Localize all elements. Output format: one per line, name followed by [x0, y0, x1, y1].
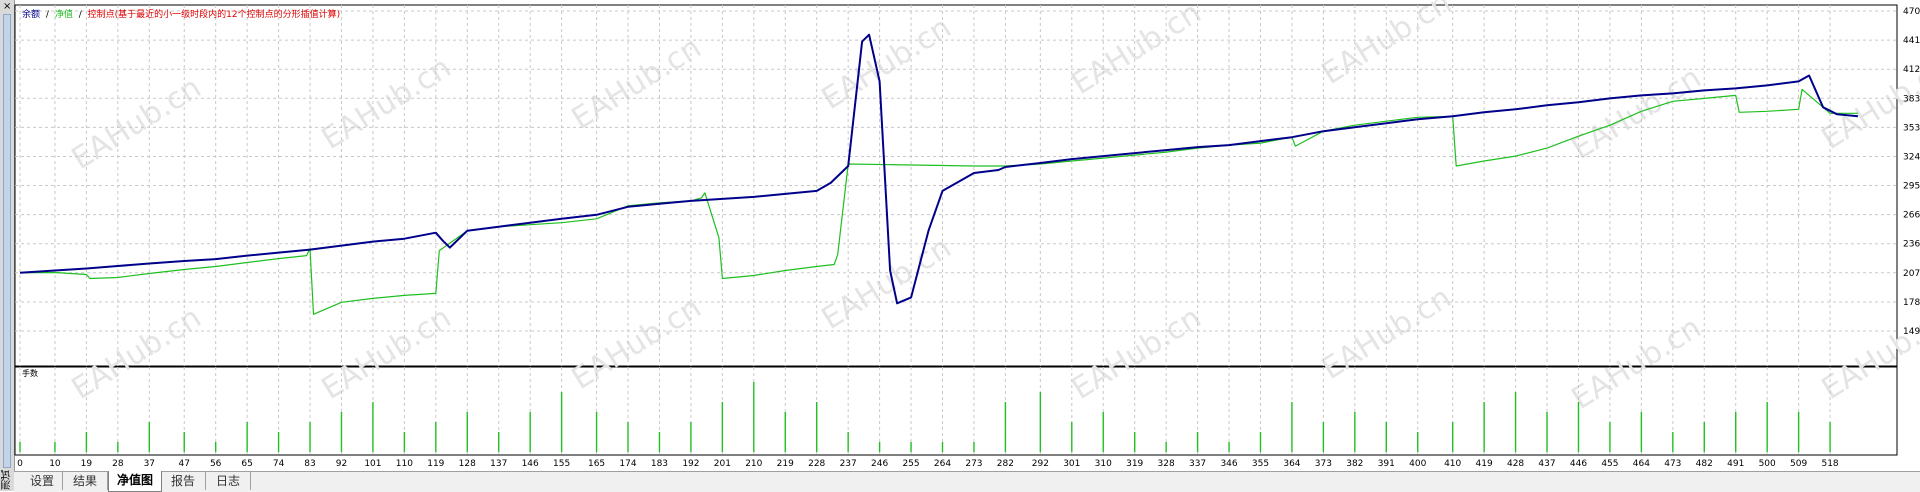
x-tick-label: 301 — [1063, 459, 1080, 469]
x-tick-label: 155 — [553, 459, 570, 469]
x-tick-label: 382 — [1346, 459, 1363, 469]
x-tick-label: 10 — [49, 459, 61, 469]
x-tick-label: 328 — [1158, 459, 1175, 469]
x-tick-label: 219 — [777, 459, 794, 469]
tab-report[interactable]: 报告 — [161, 472, 206, 490]
x-tick-label: 119 — [427, 459, 444, 469]
x-tick-label: 437 — [1538, 459, 1555, 469]
x-tick-label: 19 — [81, 459, 93, 469]
x-tick-label: 101 — [364, 459, 381, 469]
x-tick-label: 391 — [1378, 459, 1395, 469]
x-tick-label: 201 — [714, 459, 731, 469]
x-tick-label: 210 — [745, 459, 762, 469]
x-tick-label: 165 — [588, 459, 605, 469]
tab-journal[interactable]: 日志 — [206, 472, 251, 490]
x-tick-label: 65 — [241, 459, 252, 469]
x-tick-label: 419 — [1476, 459, 1493, 469]
x-tick-label: 337 — [1189, 459, 1206, 469]
y-tick-label: 2077 — [1903, 269, 1920, 279]
x-tick-label: 37 — [144, 459, 155, 469]
x-tick-label: 228 — [808, 459, 825, 469]
x-axis: 0 10 19 28 37 47 56 65 74 83 92 101 110 119 128 137 146 1… — [17, 459, 1839, 469]
legend-equity: 净值 — [55, 8, 73, 20]
x-tick-label: 491 — [1727, 459, 1744, 469]
x-tick-label: 518 — [1821, 459, 1838, 469]
y-tick-label: 4123 — [1903, 65, 1920, 75]
x-tick-label: 92 — [336, 459, 347, 469]
x-tick-label: 137 — [490, 459, 507, 469]
tab-results[interactable]: 结果 — [63, 472, 108, 490]
x-tick-label: 473 — [1664, 459, 1681, 469]
x-tick-label: 28 — [112, 459, 124, 469]
x-tick-label: 446 — [1570, 459, 1587, 469]
x-tick-label: 509 — [1790, 459, 1807, 469]
x-tick-label: 246 — [871, 459, 888, 469]
tab-equity-chart[interactable]: 净值图 — [108, 471, 162, 492]
x-tick-label: 346 — [1220, 459, 1237, 469]
y-tick-label: 3831 — [1903, 94, 1920, 104]
x-tick-label: 0 — [17, 459, 23, 469]
x-tick-label: 192 — [682, 459, 699, 469]
x-tick-label: 47 — [179, 459, 190, 469]
x-tick-label: 355 — [1252, 459, 1269, 469]
equity-chart: EAHub.cn EAHub.cn EAHub.cn EAHub.cn EAHub.cn… — [14, 0, 1920, 469]
x-tick-label: 464 — [1633, 459, 1650, 469]
chart-legend: 余额 / 净值 / 控制点(基于最近的小一级时段内的12个控制点的分形插值计算) — [22, 8, 340, 20]
side-panel-title: 测试 — [2, 470, 13, 490]
y-tick-label: 1784 — [1903, 298, 1920, 308]
x-tick-label: 83 — [304, 459, 315, 469]
x-tick-label: 310 — [1095, 459, 1112, 469]
x-tick-label: 264 — [934, 459, 951, 469]
x-tick-label: 455 — [1601, 459, 1618, 469]
x-tick-label: 174 — [619, 459, 636, 469]
y-tick-label: 4708 — [1903, 7, 1920, 17]
y-tick-label: 1492 — [1903, 327, 1920, 337]
y-tick-label: 2954 — [1903, 182, 1920, 192]
tab-bar: 设置 结果 净值图 报告 日志 — [14, 471, 1920, 492]
y-tick-label: 2661 — [1903, 211, 1920, 221]
x-tick-label: 110 — [396, 459, 413, 469]
x-tick-label: 364 — [1283, 459, 1300, 469]
x-tick-label: 410 — [1444, 459, 1461, 469]
x-tick-label: 237 — [840, 459, 857, 469]
volume-panel-label: 手数 — [22, 368, 38, 378]
tab-settings[interactable]: 设置 — [22, 472, 63, 490]
legend-separator: / — [79, 10, 83, 20]
x-tick-label: 146 — [522, 459, 539, 469]
x-tick-label: 373 — [1315, 459, 1332, 469]
x-tick-label: 500 — [1759, 459, 1776, 469]
x-tick-label: 273 — [965, 459, 982, 469]
x-tick-label: 128 — [459, 459, 476, 469]
x-tick-label: 319 — [1126, 459, 1143, 469]
x-tick-label: 282 — [997, 459, 1014, 469]
x-tick-label: 292 — [1032, 459, 1049, 469]
x-tick-label: 74 — [273, 459, 285, 469]
y-axis: 1492 1784 2077 2369 2661 2954 3246 3538 3831 4123… — [1903, 7, 1920, 337]
legend-note: 控制点(基于最近的小一级时段内的12个控制点的分形插值计算) — [88, 8, 340, 20]
y-tick-label: 3246 — [1903, 152, 1920, 162]
legend-balance: 余额 — [22, 8, 40, 20]
x-tick-label: 255 — [902, 459, 919, 469]
x-tick-label: 428 — [1507, 459, 1524, 469]
x-tick-label: 183 — [651, 459, 668, 469]
y-tick-label: 4415 — [1903, 36, 1920, 46]
x-tick-label: 400 — [1409, 459, 1426, 469]
y-tick-label: 3538 — [1903, 123, 1920, 133]
legend-separator: / — [46, 10, 50, 20]
x-tick-label: 56 — [210, 459, 222, 469]
x-tick-label: 482 — [1696, 459, 1713, 469]
y-tick-label: 2369 — [1903, 240, 1920, 250]
